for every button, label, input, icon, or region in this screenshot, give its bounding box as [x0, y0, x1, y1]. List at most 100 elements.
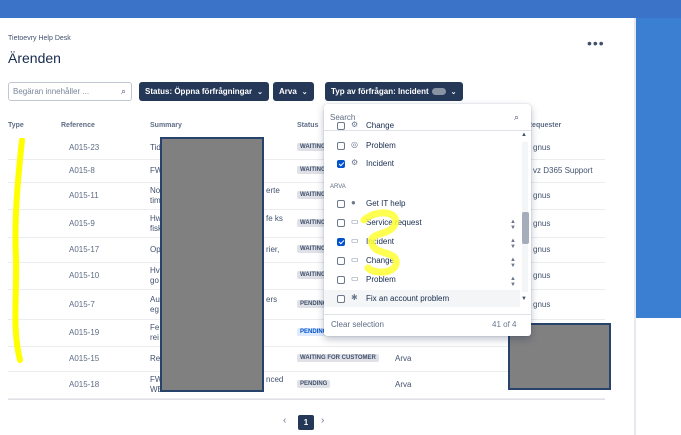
scroll-thumb[interactable] [522, 212, 529, 244]
redaction-box-summary [160, 137, 264, 392]
checkbox[interactable] [337, 200, 345, 208]
option-label: Incident [366, 159, 395, 168]
scroll-down-icon[interactable]: ▼ [521, 296, 527, 302]
row-requester-truncated: gnus [533, 143, 551, 152]
top-navigation-bar [0, 0, 681, 18]
dropdown-option[interactable]: ⚙ Incident [337, 158, 517, 172]
reorder-icon[interactable]: ▲▼ [510, 257, 516, 269]
row-summary-visible-end: fe ks [266, 214, 283, 223]
row-summary: Hv [150, 266, 160, 275]
option-label: Problem [366, 141, 396, 150]
row-summary-line2: rei [150, 333, 159, 342]
row-reference[interactable]: A015-19 [69, 328, 99, 337]
arva-filter-button[interactable]: Arva ⌄ [273, 82, 314, 101]
status-badge: PENDING [297, 380, 331, 388]
selection-count: 41 of 4 [492, 320, 517, 329]
checkbox[interactable] [337, 276, 345, 284]
search-icon: ⌕ [121, 86, 127, 96]
scroll-up-icon[interactable]: ▲ [521, 132, 527, 138]
count-badge [431, 88, 446, 96]
pagination-next-icon[interactable]: › [321, 415, 324, 426]
checkbox[interactable] [337, 122, 345, 130]
row-requester-truncated: gnus [533, 245, 551, 254]
row-requester-truncated: gnus [533, 219, 551, 228]
dropdown-option[interactable]: ⚙ Change [337, 120, 517, 134]
status-filter-button[interactable]: Status: Öppna förfrågningar ⌄ [139, 82, 269, 101]
project-name[interactable]: Tietoevry Help Desk [8, 35, 71, 42]
row-reference[interactable]: A015-10 [69, 271, 99, 280]
row-reference[interactable]: A015-8 [69, 166, 95, 175]
checkbox[interactable] [337, 160, 345, 168]
row-requester: Arva [395, 380, 412, 389]
option-label: Fix an account problem [366, 294, 450, 303]
pagination-prev-icon[interactable]: ‹ [283, 415, 286, 426]
row-requester-truncated: gnus [533, 271, 551, 280]
status-filter-label: Status: Öppna förfrågningar [145, 87, 253, 96]
checkbox[interactable] [337, 257, 345, 265]
row-requester-truncated: gnus [533, 191, 551, 200]
dropdown-group-label: ARVA [330, 184, 346, 190]
row-reference[interactable]: A015-7 [69, 300, 95, 309]
arva-filter-label: Arva [279, 87, 297, 96]
table-bottom-border [8, 399, 605, 400]
row-summary-visible-end: erte [266, 186, 280, 195]
request-type-icon: ⚙ [351, 120, 359, 129]
column-header-summary[interactable]: Summary [150, 122, 182, 129]
checkbox[interactable] [337, 295, 345, 303]
row-summary-visible-end: rier, [266, 245, 280, 254]
pagination-current-page[interactable]: 1 [298, 415, 314, 430]
request-search-input[interactable]: Begäran innehåller ... ⌕ [8, 82, 132, 101]
chevron-down-icon: ⌄ [301, 89, 308, 96]
dropdown-option[interactable]: ◎ Problem [337, 140, 517, 154]
dropdown-footer-divider [324, 314, 531, 315]
row-summary-visible-end: ers [266, 295, 278, 304]
row-requester-truncated: gnus [533, 300, 551, 309]
row-requester-truncated: vz D365 Support [533, 166, 593, 175]
row-summary-line2: go [150, 276, 159, 285]
row-reference[interactable]: A015-9 [69, 219, 95, 228]
dropdown-scrollbar[interactable]: ▲ ▼ [520, 132, 529, 304]
column-header-reference[interactable]: Reference [61, 122, 95, 129]
dropdown-option[interactable]: ✱ Fix an account problem [337, 293, 517, 307]
row-reference[interactable]: A015-11 [69, 191, 99, 200]
page-title: Ärenden [8, 50, 61, 66]
side-background-panel [636, 18, 681, 318]
row-summary: No [150, 186, 161, 195]
column-header-requester[interactable]: Requester [527, 122, 561, 129]
chevron-down-icon: ⌄ [257, 89, 263, 96]
status-badge: WAITING FOR CUSTOMER [297, 354, 379, 362]
row-requester: Arva [395, 354, 412, 363]
yellow-scribble-mark [360, 209, 400, 276]
request-type-filter-button[interactable]: Typ av förfrågan: Incident ⌄ [325, 82, 463, 101]
reorder-icon[interactable]: ▲▼ [510, 276, 516, 288]
request-type-icon: ✱ [351, 293, 358, 302]
request-type-icon: ◎ [351, 140, 358, 149]
row-summary: Re [150, 354, 161, 363]
column-header-status[interactable]: Status [297, 122, 318, 129]
row-reference[interactable]: A015-18 [69, 380, 99, 389]
yellow-highlight-mark [12, 138, 25, 363]
more-options-icon[interactable]: ••• [587, 35, 605, 51]
column-header-type[interactable]: Type [8, 122, 24, 129]
row-reference[interactable]: A015-15 [69, 354, 99, 363]
chevron-down-icon: ⌄ [450, 89, 457, 96]
checkbox[interactable] [337, 219, 345, 227]
search-placeholder: Begäran innehåller ... [13, 87, 90, 96]
clear-selection-button[interactable]: Clear selection [331, 320, 384, 329]
row-reference[interactable]: A015-17 [69, 245, 99, 254]
request-type-icon: ● [351, 198, 356, 207]
row-summary-visible-end: nced [266, 375, 284, 384]
request-type-dropdown: Search ⌕ ⚙ Change ◎ Problem ⚙ Incident ARVA ●… [324, 104, 531, 336]
panel-edge [634, 18, 636, 435]
reorder-icon[interactable]: ▲▼ [510, 219, 516, 231]
row-summary: Au [150, 295, 160, 304]
row-summary: Fe [150, 323, 160, 332]
request-type-icon: ⚙ [351, 158, 359, 167]
row-summary-line2: eg [150, 305, 159, 314]
checkbox[interactable] [337, 142, 345, 150]
request-type-filter-label: Typ av förfrågan: Incident [331, 87, 429, 96]
option-label: Change [366, 121, 395, 130]
row-reference[interactable]: A015-23 [69, 143, 99, 152]
reorder-icon[interactable]: ▲▼ [510, 238, 516, 250]
checkbox[interactable] [337, 238, 345, 246]
